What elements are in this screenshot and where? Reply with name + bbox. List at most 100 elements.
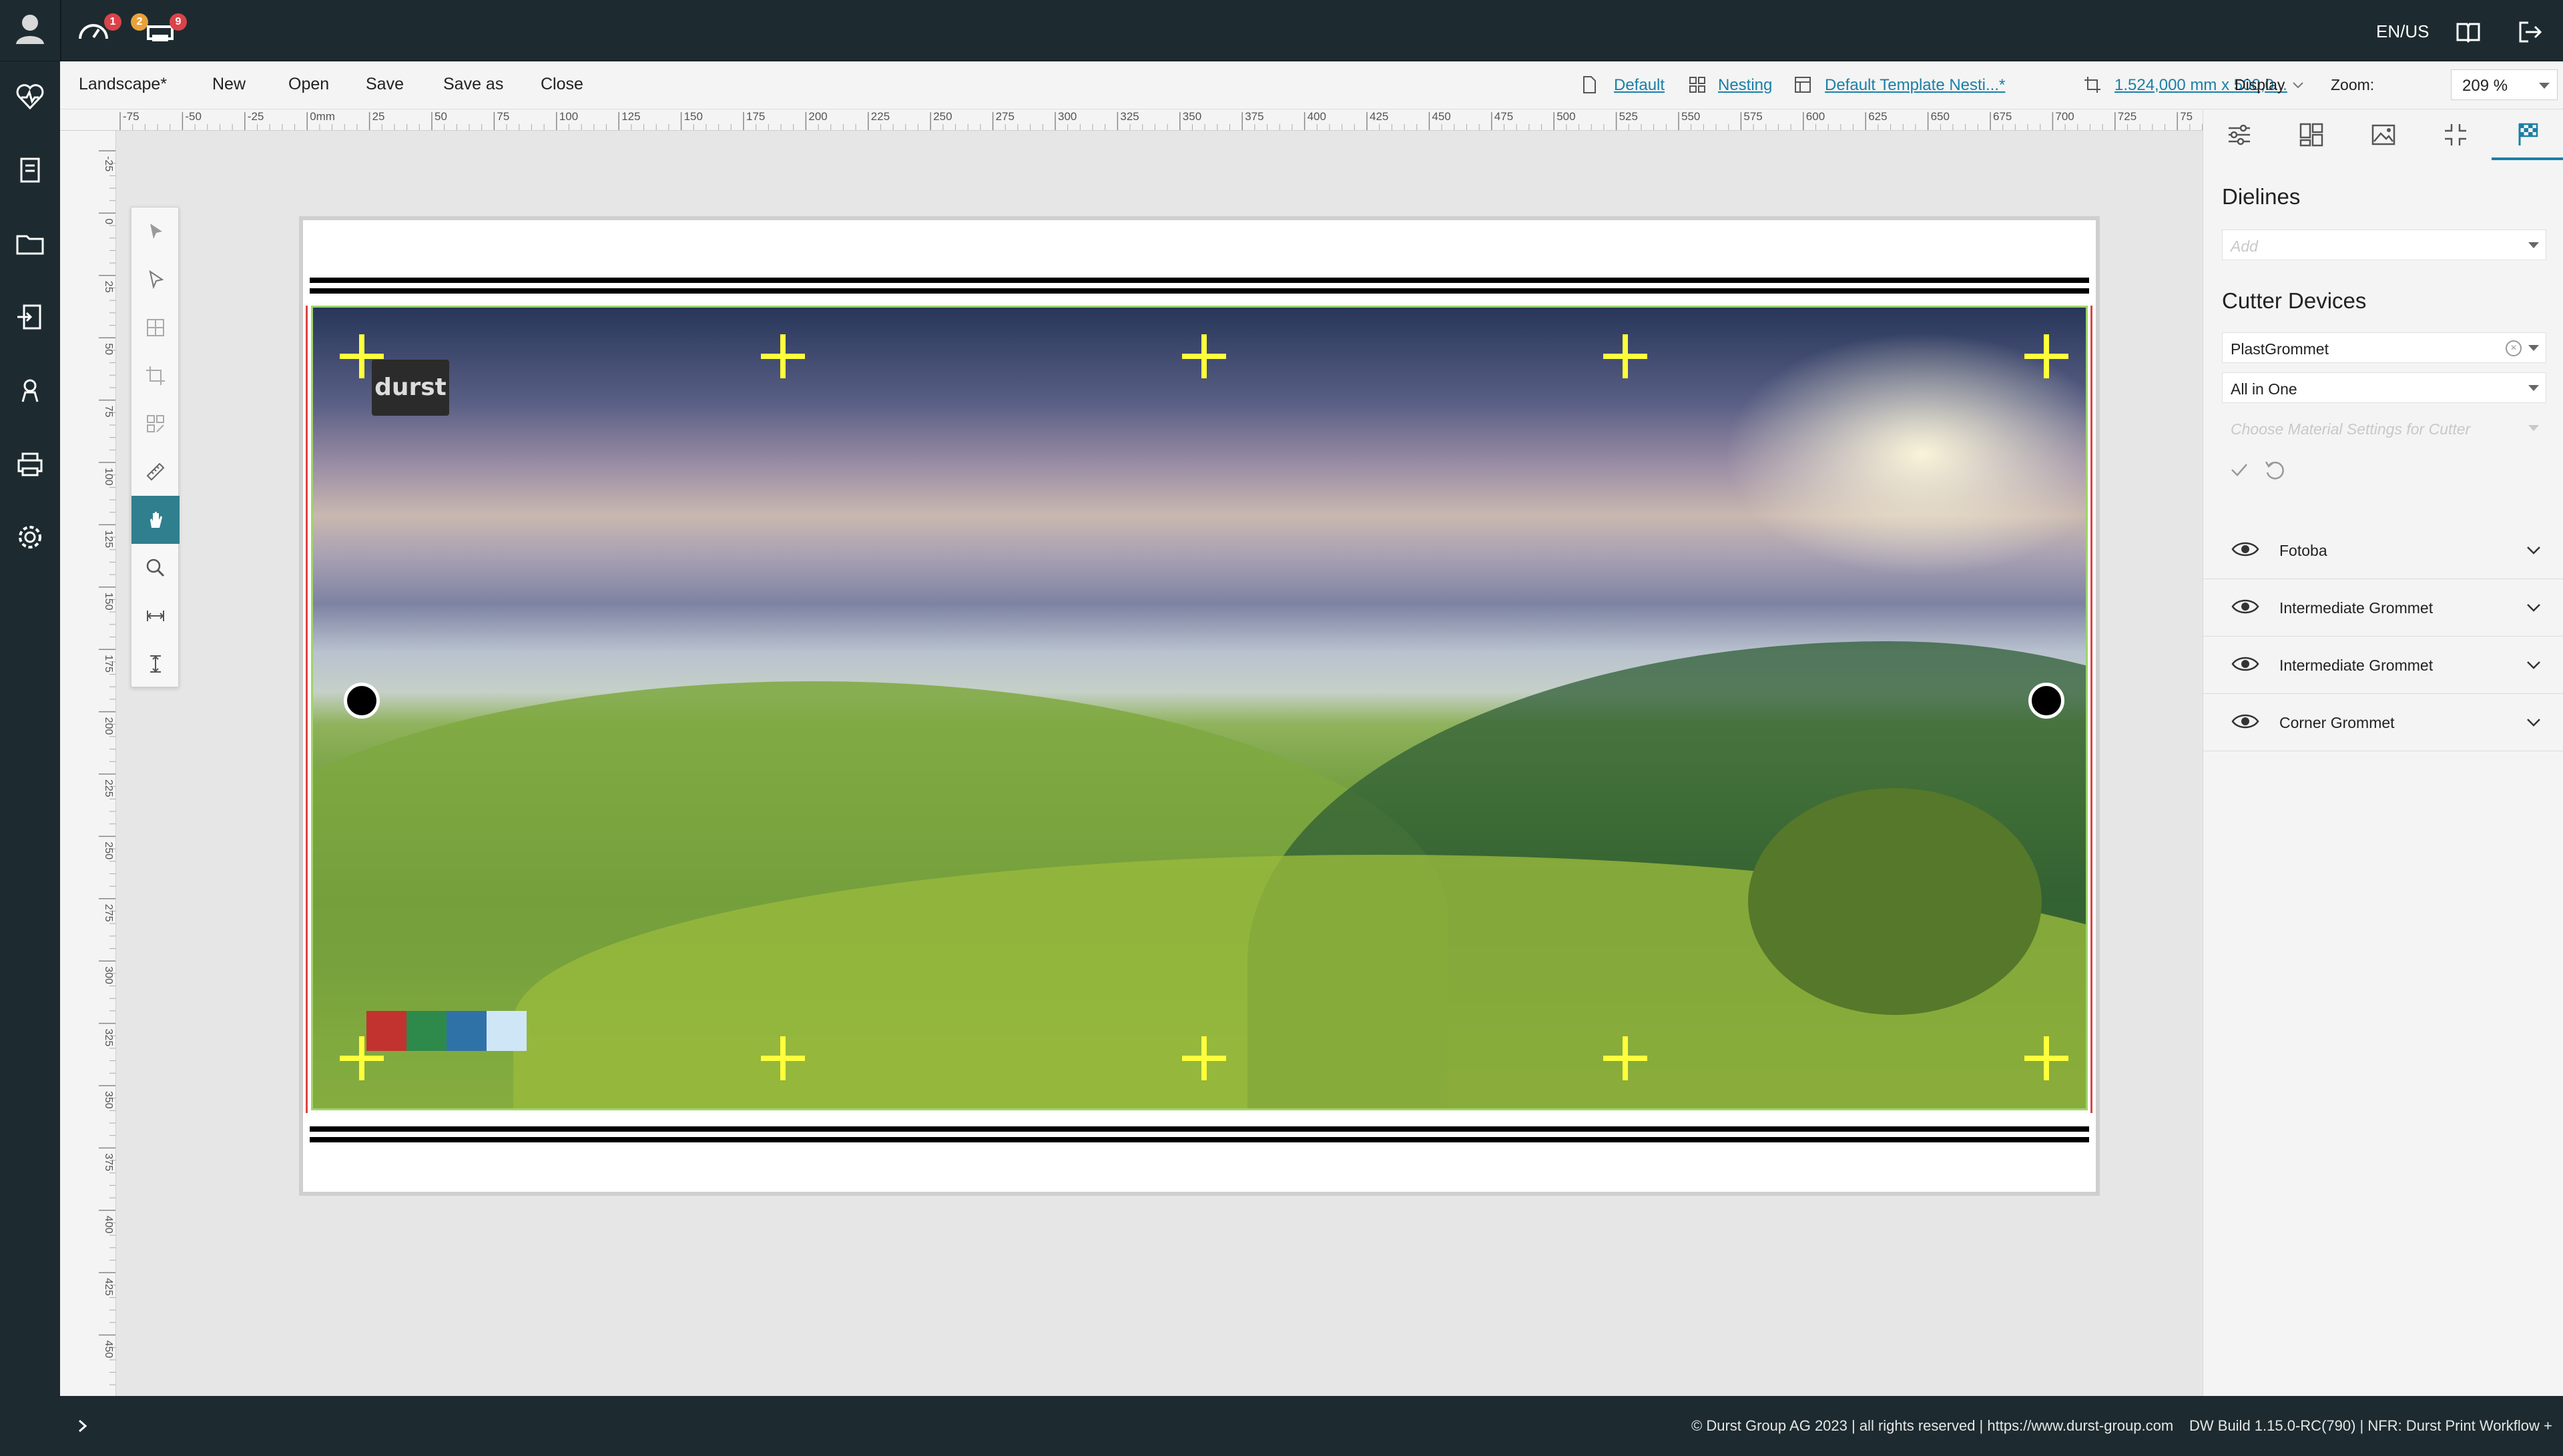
color-swatch [366, 1011, 406, 1051]
chevron-down-icon[interactable] [2525, 657, 2542, 674]
grommet-marker[interactable] [2028, 683, 2064, 719]
ruler-tick-label: 275 [996, 110, 1015, 123]
grommet-crosshair[interactable] [1603, 334, 1647, 378]
profile-link[interactable]: Default [1614, 76, 1665, 95]
grommet-crosshair[interactable] [2024, 1036, 2068, 1080]
measure-width-tool-icon[interactable] [131, 592, 180, 640]
ruler-tick-label: 250 [933, 110, 952, 123]
media-size-icon [2082, 75, 2102, 95]
expand-footer-chevron-icon[interactable] [75, 1416, 91, 1436]
ruler-tick-label: 725 [2118, 110, 2137, 123]
reset-undo-icon[interactable] [2263, 459, 2286, 482]
grommet-crosshair[interactable] [1182, 334, 1226, 378]
grommet-crosshair[interactable] [2024, 334, 2068, 378]
color-swatch [447, 1011, 487, 1051]
crop-tool-icon[interactable] [131, 352, 180, 400]
nesting-link[interactable]: Nesting [1718, 76, 1772, 95]
layer-row-corner-grommet[interactable]: Corner Grommet [2203, 694, 2563, 751]
visibility-eye-icon[interactable] [2231, 539, 2259, 559]
printer-icon[interactable] [15, 448, 45, 479]
zoom-tool-icon[interactable] [131, 544, 180, 592]
apply-check-icon[interactable] [2229, 459, 2250, 480]
grommet-crosshair[interactable] [1182, 1036, 1226, 1080]
profile-document-icon [1579, 75, 1599, 95]
left-cut-line [306, 306, 308, 1113]
layer-row-intermediate-grommet[interactable]: Intermediate Grommet [2203, 637, 2563, 694]
direct-select-tool-icon[interactable] [131, 256, 180, 304]
display-chevron-icon[interactable] [2291, 77, 2305, 92]
hand-tool-icon[interactable] [131, 496, 180, 544]
image-tab-icon[interactable] [2347, 109, 2419, 160]
import-icon[interactable] [15, 302, 45, 332]
print-head-icon[interactable] [15, 375, 45, 406]
close-button[interactable]: Close [541, 75, 583, 94]
ruler-tick-label: 475 [1494, 110, 1513, 123]
jobs-document-icon[interactable] [15, 155, 45, 186]
select-tool-icon[interactable] [131, 208, 180, 256]
layer-row-intermediate-grommet[interactable]: Intermediate Grommet [2203, 579, 2563, 637]
chevron-down-icon[interactable] [2525, 542, 2542, 559]
transform-tool-icon[interactable] [131, 400, 180, 448]
ruler-tick-label: 25 [372, 110, 385, 123]
measure-height-tool-icon[interactable] [131, 640, 180, 688]
chevron-down-icon[interactable] [2525, 599, 2542, 617]
clear-selection-icon[interactable]: × [2506, 340, 2522, 356]
print-sheet: durst [303, 220, 2096, 1192]
menu-bar: Landscape* New Open Save Save as Close D… [60, 61, 2563, 109]
nesting-icon [1687, 75, 1707, 95]
ruler-tick-label: 400 [103, 1216, 114, 1234]
zoom-select[interactable]: 209 % [2451, 69, 2558, 100]
open-button[interactable]: Open [288, 75, 329, 94]
grommet-crosshair[interactable] [761, 334, 805, 378]
cutter-devices-title: Cutter Devices [2222, 288, 2367, 313]
ruler-tick-label: 75 [497, 110, 509, 123]
chevron-down-icon[interactable] [2525, 714, 2542, 731]
grommet-marker[interactable] [344, 683, 380, 719]
landscape-image[interactable]: durst [311, 306, 2088, 1110]
ruler-tick-label: 500 [1556, 110, 1575, 123]
grommet-crosshair[interactable] [761, 1036, 805, 1080]
save-as-button[interactable]: Save as [443, 75, 503, 94]
visibility-eye-icon[interactable] [2231, 597, 2259, 617]
ruler-tick-label: 600 [1806, 110, 1825, 123]
adjustments-tab-icon[interactable] [2203, 109, 2275, 160]
visibility-eye-icon[interactable] [2231, 654, 2259, 674]
ruler-tick-label: 225 [871, 110, 890, 123]
settings-gear-icon[interactable] [15, 522, 45, 553]
user-avatar[interactable] [11, 9, 49, 48]
design-canvas[interactable]: durst [116, 131, 2203, 1396]
ruler-tick-label: 200 [808, 110, 827, 123]
ruler-tool-icon[interactable] [131, 448, 180, 496]
dielines-select[interactable]: Add [2222, 230, 2546, 260]
display-dropdown[interactable]: Display [2235, 76, 2285, 94]
grommet-crosshair[interactable] [340, 334, 384, 378]
layout-tab-icon[interactable] [2275, 109, 2347, 160]
ruler-tick-label: 675 [1993, 110, 2012, 123]
fit-tab-icon[interactable] [2419, 109, 2492, 160]
logout-icon[interactable] [2515, 17, 2544, 47]
folder-icon[interactable] [15, 228, 45, 259]
dropdown-caret-icon [2528, 345, 2539, 351]
layer-row-fotoba[interactable]: Fotoba [2203, 522, 2563, 579]
divider [60, 0, 61, 61]
ruler-tick-label: 375 [103, 1153, 114, 1171]
cutter-device-select[interactable]: PlastGrommet × [2222, 332, 2546, 363]
grommet-crosshair[interactable] [1603, 1036, 1647, 1080]
properties-panel: Dielines Add Cutter Devices PlastGrommet… [2203, 109, 2563, 1396]
printers-badge: 9 [170, 13, 187, 31]
cutter-flag-tab-icon[interactable] [2492, 109, 2563, 160]
monitor-heart-icon[interactable] [15, 81, 45, 112]
ruler-tick-label: 75 [2180, 110, 2193, 123]
visibility-eye-icon[interactable] [2231, 711, 2259, 731]
ruler-tick-label: 575 [1743, 110, 1762, 123]
ruler-tick-label: 0mm [310, 110, 335, 123]
template-link[interactable]: Default Template Nesti...* [1825, 76, 2005, 95]
language-selector[interactable]: EN/US [2376, 21, 2429, 42]
save-button[interactable]: Save [366, 75, 404, 94]
ruler-tick-label: 350 [103, 1091, 114, 1109]
new-button[interactable]: New [212, 75, 246, 94]
grid-tool-icon[interactable] [131, 304, 180, 352]
cutter-mode-select[interactable]: All in One [2222, 372, 2546, 403]
zoom-value: 209 % [2462, 77, 2508, 95]
manual-book-icon[interactable] [2454, 17, 2483, 47]
